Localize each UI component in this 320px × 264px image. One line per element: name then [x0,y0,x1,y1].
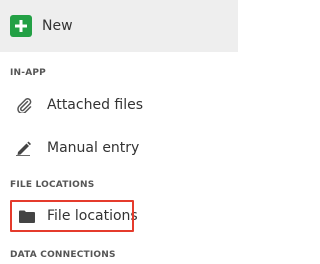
plus-icon [10,15,32,37]
menu-item-file-locations[interactable]: File locations [0,201,238,231]
section-title-in-app: IN-APP [10,68,46,78]
paperclip-icon [15,97,33,113]
section-title-file-locations: FILE LOCATIONS [10,180,95,190]
new-button-label: New [42,18,73,34]
menu-item-attached-files[interactable]: Attached files [0,90,238,120]
pencil-icon [15,140,33,156]
section-title-data-connections: DATA CONNECTIONS [10,250,116,260]
menu-item-label: Manual entry [47,140,140,156]
menu-item-label: File locations [47,208,138,224]
new-button[interactable]: New [0,0,238,52]
folder-icon [19,210,37,226]
new-menu: New IN-APP Attached files Manual entry F… [0,0,241,264]
menu-item-manual-entry[interactable]: Manual entry [0,133,238,163]
menu-item-label: Attached files [47,97,144,113]
